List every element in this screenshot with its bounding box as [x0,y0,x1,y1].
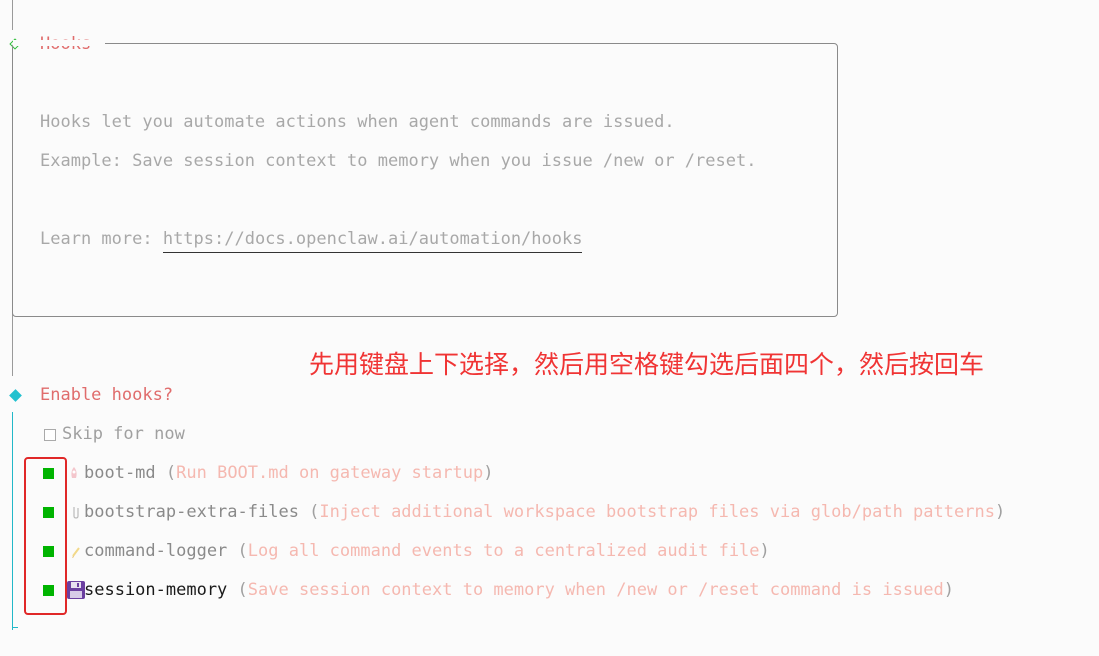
option-row-boot-md[interactable]: boot-md (Run BOOT.md on gateway startup) [84,463,493,483]
rail-bottom-tick [12,627,18,628]
skip-checkbox[interactable] [44,429,56,441]
step-active-icon [9,389,22,402]
info-line-2: Example: Save session context to memory … [40,151,757,171]
option-name: bootstrap-extra-files [84,502,299,522]
option-row-bootstrap-extra-files[interactable]: bootstrap-extra-files (Inject additional… [84,502,1005,522]
skip-option-label[interactable]: Skip for now [62,424,185,444]
learn-more-label: Learn more: [40,229,163,249]
info-box [12,43,838,317]
option-description: Run BOOT.md on gateway startup [176,463,484,483]
checkbox-highlight-box [24,457,67,615]
option-description: Log all command events to a centralized … [247,541,760,561]
option-description: Save session context to memory when /new… [247,580,944,600]
info-box-title-gap [13,40,105,46]
paperclip-icon [73,507,79,519]
floppy-disk-icon [67,581,85,599]
memo-icon [72,547,80,558]
option-name: session-memory [84,580,228,600]
prompt-question: Enable hooks? [40,385,174,405]
docs-link[interactable]: https://docs.openclaw.ai/automation/hook… [162,229,583,253]
option-name: command-logger [84,541,228,561]
rocket-icon [71,467,77,478]
learn-more: Learn more: https://docs.openclaw.ai/aut… [40,229,583,253]
info-line-1: Hooks let you automate actions when agen… [40,112,675,132]
instruction-annotation: 先用键盘上下选择，然后用空格键勾选后面四个，然后按回车 [309,350,985,379]
option-row-command-logger[interactable]: command-logger (Log all command events t… [84,541,770,561]
rail-prompt [12,412,13,630]
option-row-session-memory[interactable]: session-memory (Save session context to … [84,580,954,600]
option-name: boot-md [84,463,156,483]
option-description: Inject additional workspace bootstrap fi… [319,502,995,522]
rail-top [12,0,13,30]
